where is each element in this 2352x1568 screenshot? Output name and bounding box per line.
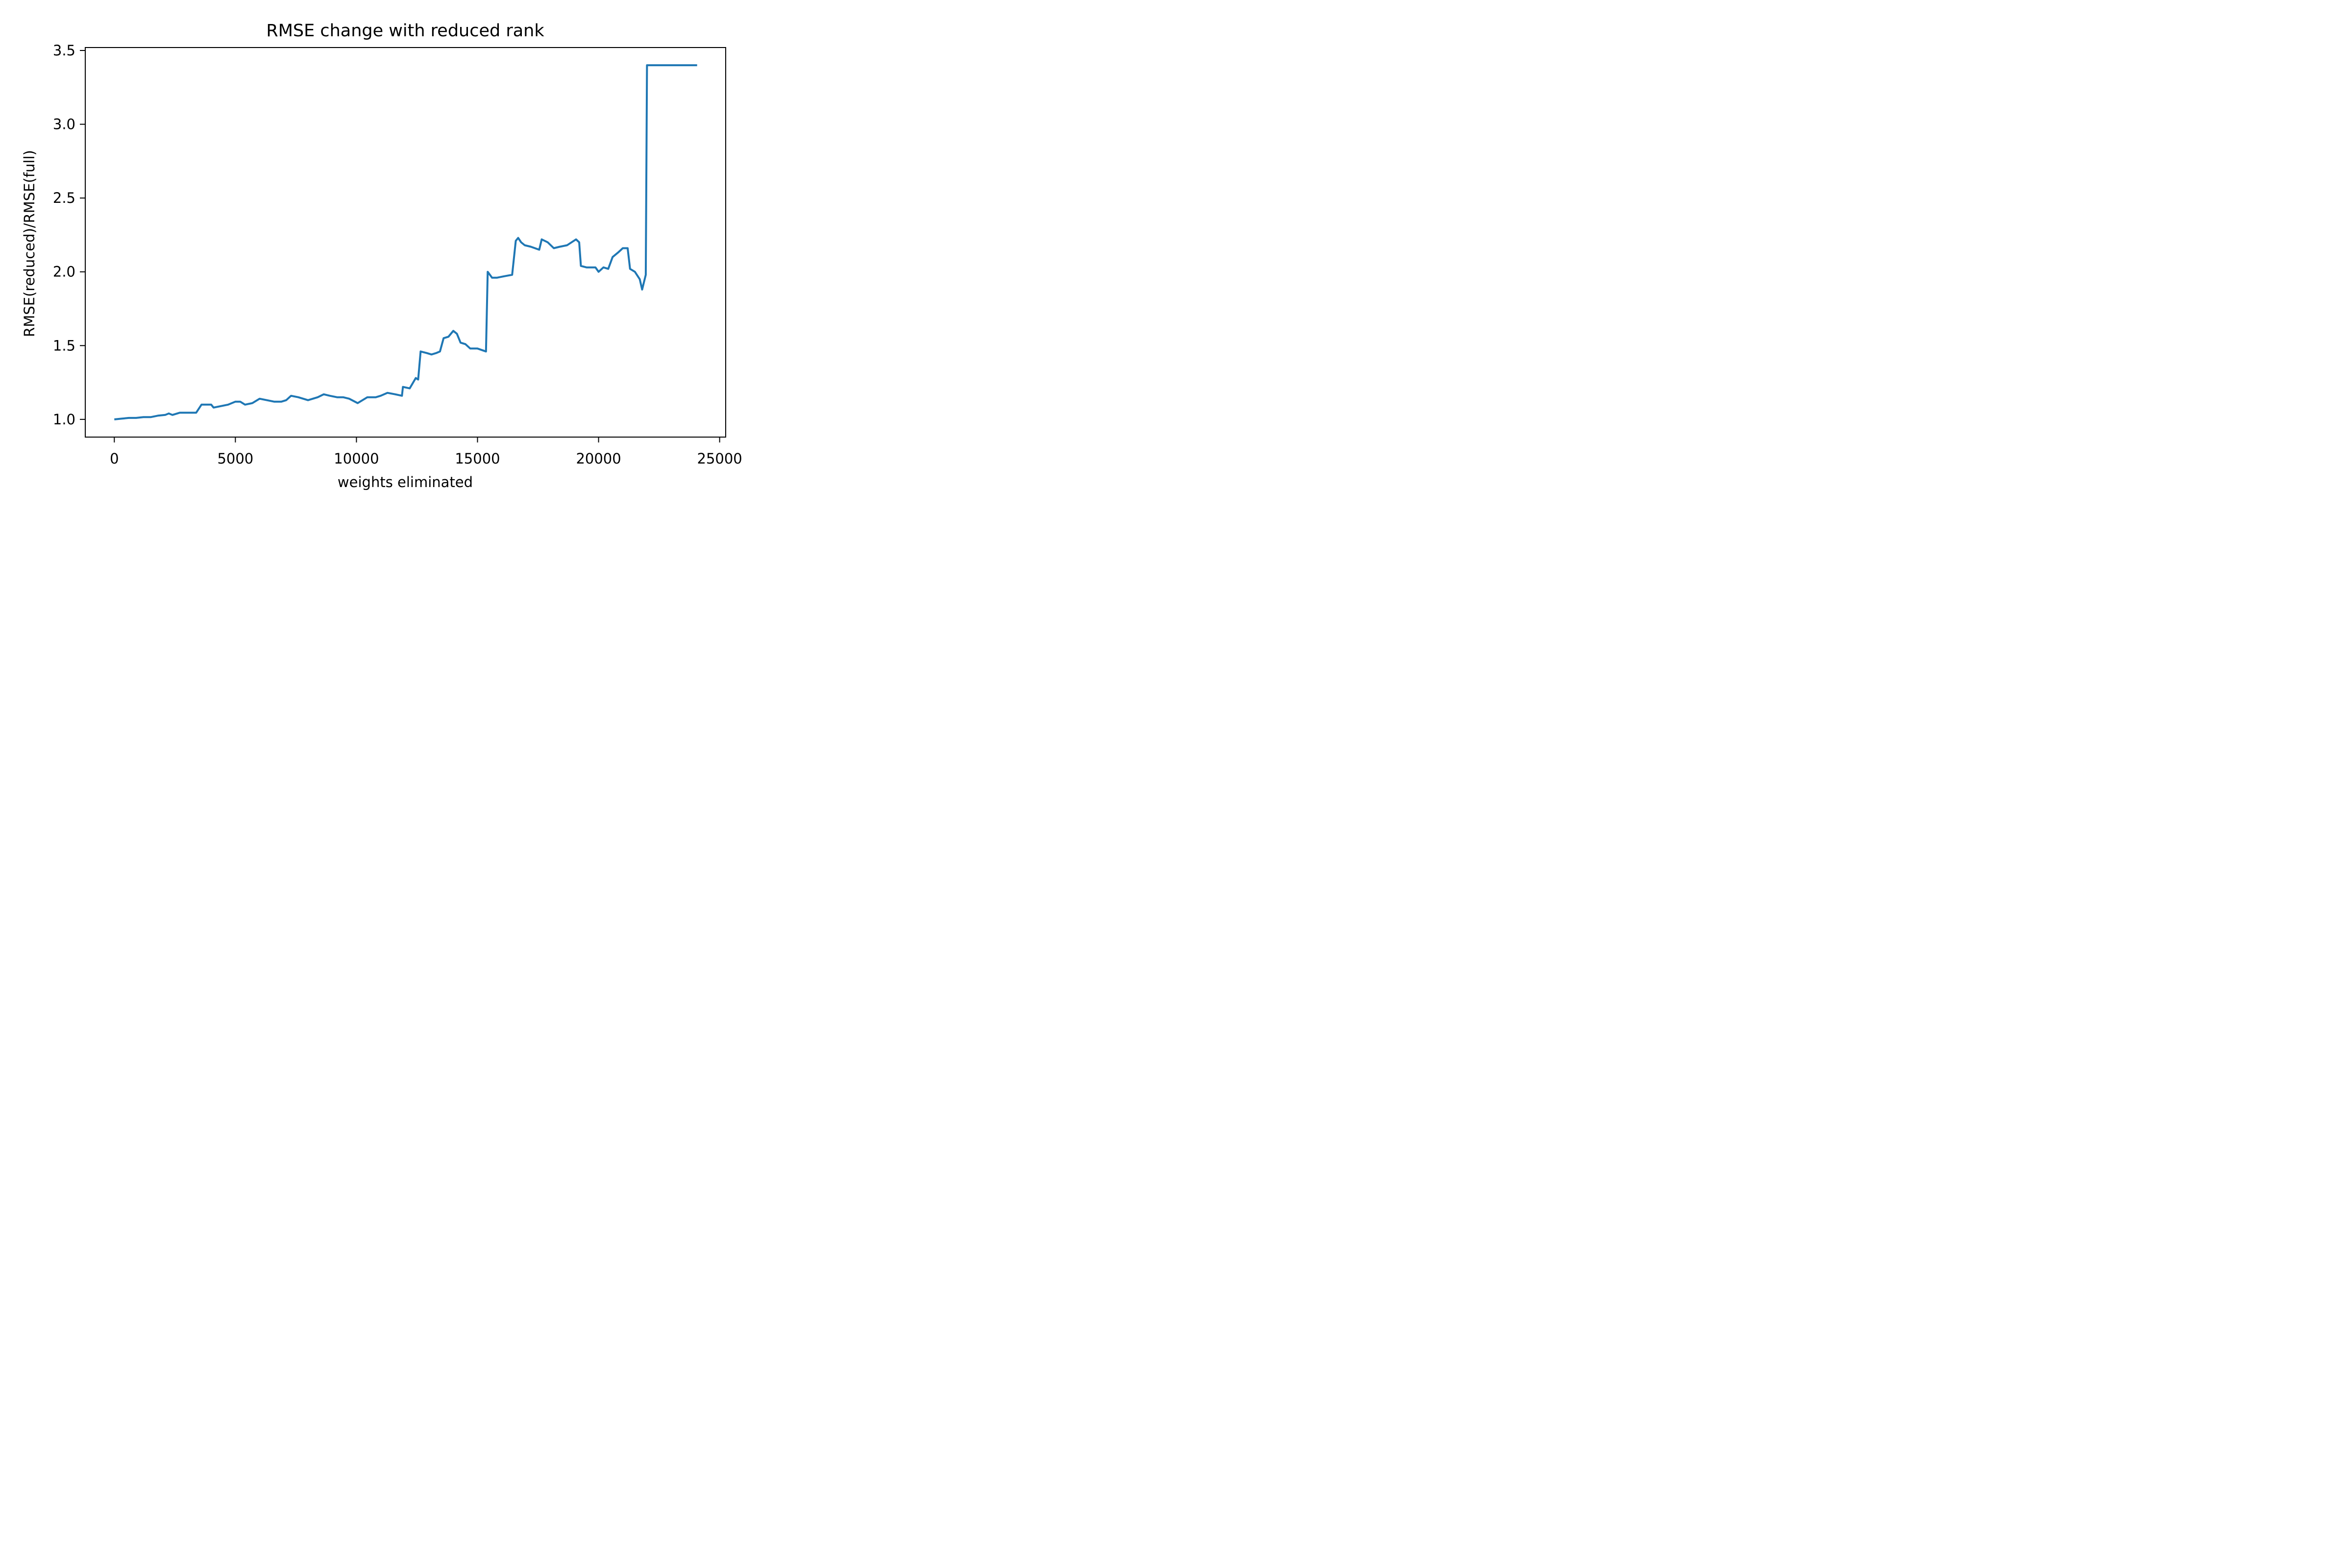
- x-tick-label: 10000: [334, 450, 379, 467]
- x-tick-label: 15000: [455, 450, 500, 467]
- x-tick-label: 0: [110, 450, 119, 467]
- x-tick-label: 5000: [217, 450, 253, 467]
- line-chart: RMSE change with reduced rank 0 5000 10000…: [0, 0, 762, 510]
- y-tick-label: 3.0: [53, 116, 75, 133]
- y-tick-label: 1.5: [53, 337, 75, 354]
- y-tick-label: 2.0: [53, 264, 75, 280]
- y-tick-label: 1.0: [53, 411, 75, 428]
- y-axis-label: RMSE(reduced)/RMSE(full): [21, 150, 38, 337]
- x-axis-label: weights eliminated: [338, 474, 473, 490]
- x-tick-label: 20000: [576, 450, 621, 467]
- plot-area-frame: [85, 47, 726, 438]
- chart-title: RMSE change with reduced rank: [266, 21, 544, 41]
- y-tick-label: 3.5: [53, 42, 75, 59]
- y-tick-label: 2.5: [53, 190, 75, 206]
- x-tick-label: 25000: [697, 450, 742, 467]
